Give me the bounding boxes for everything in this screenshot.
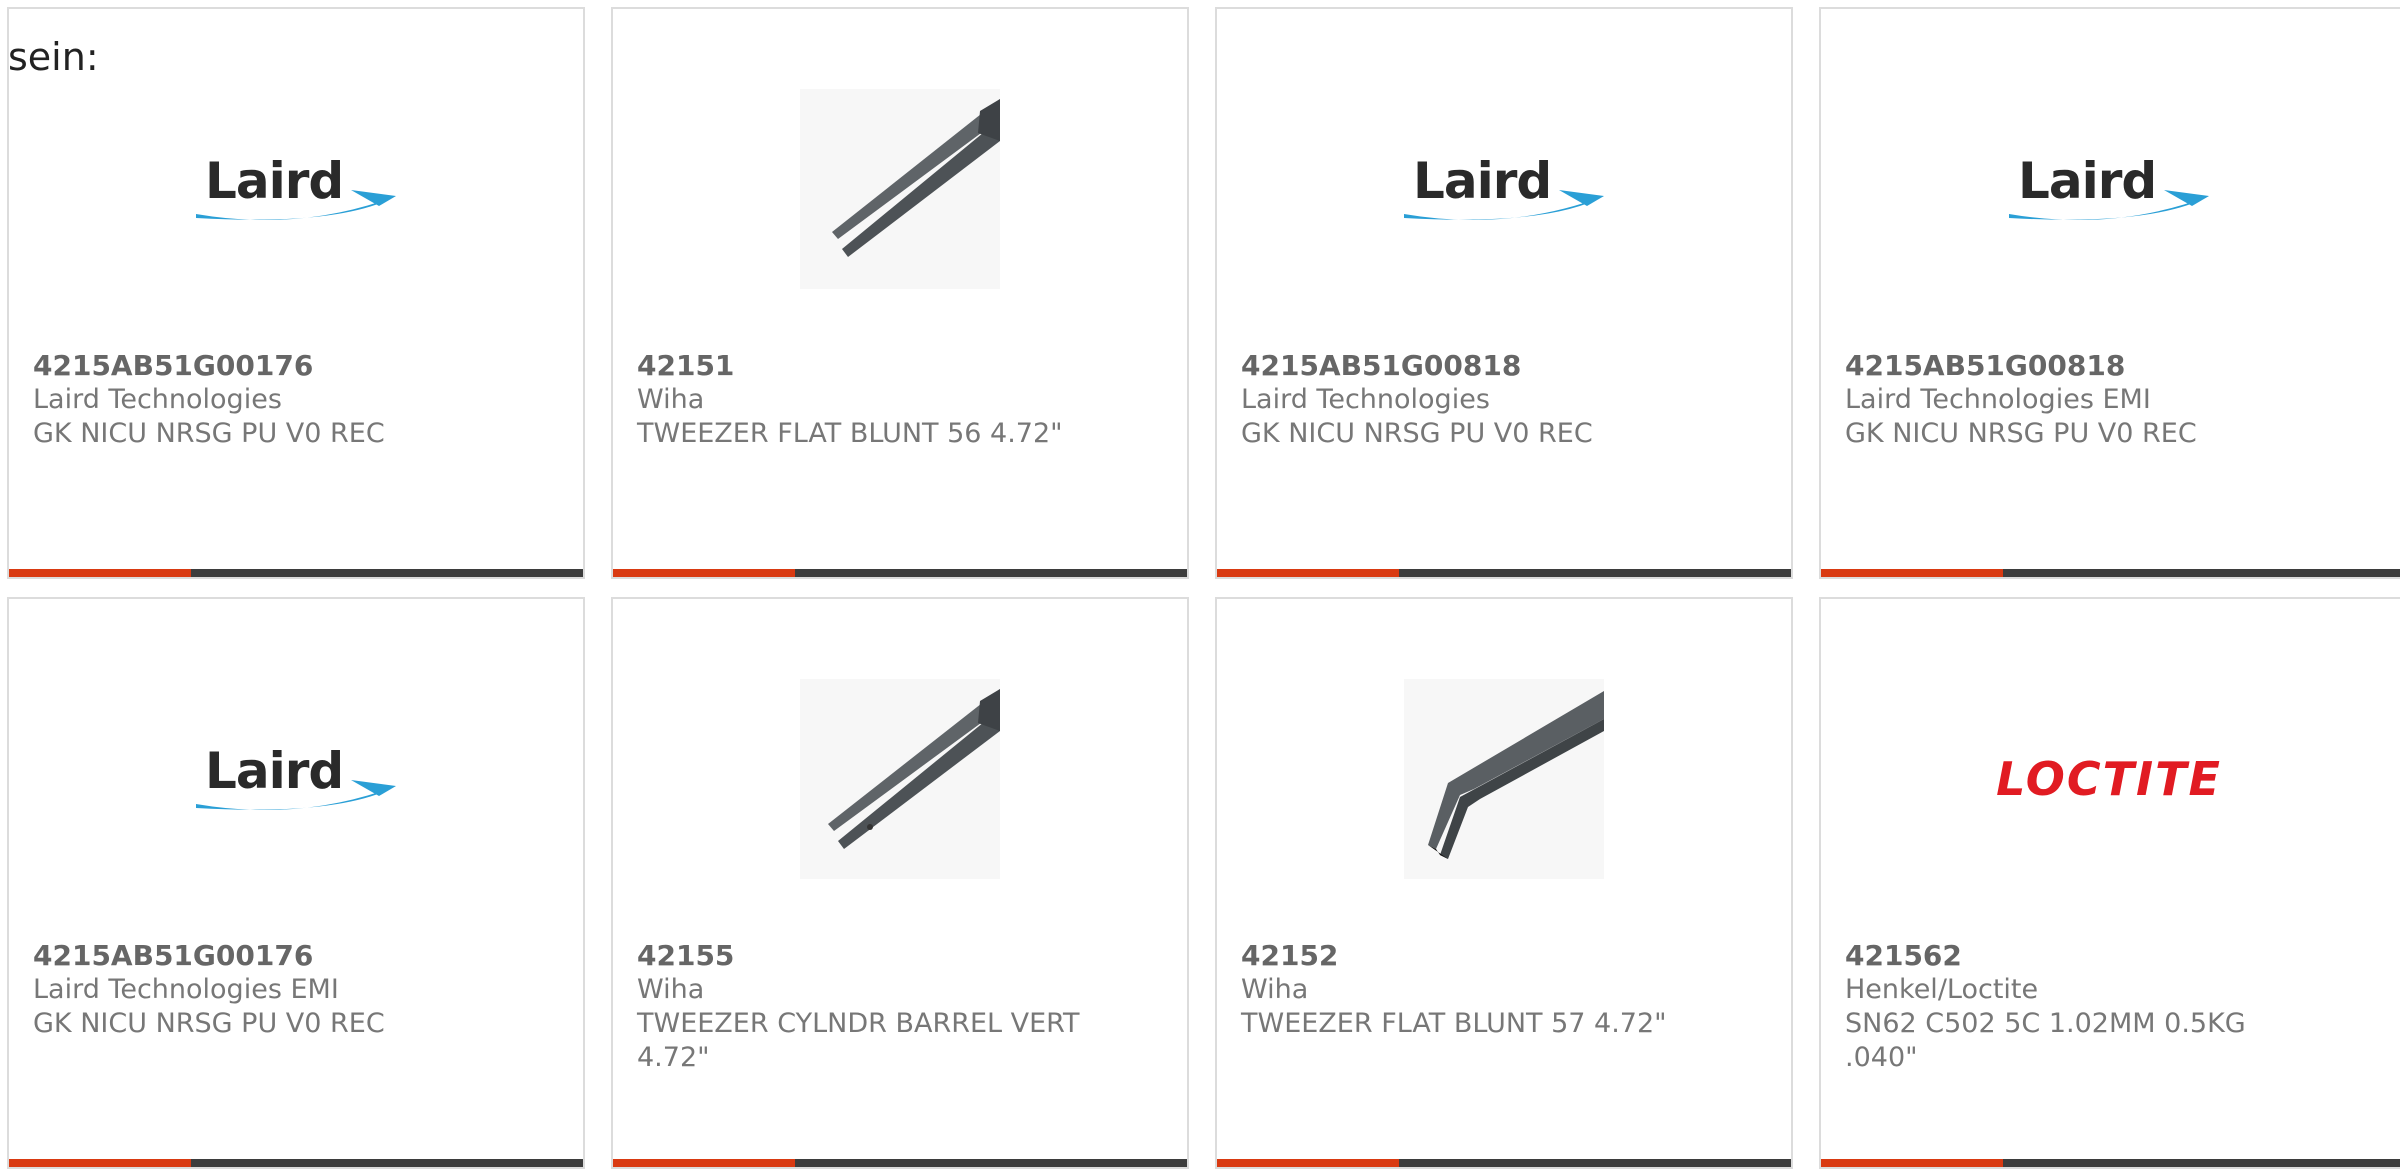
description: GK NICU NRSG PU V0 REC xyxy=(33,418,385,449)
part-number[interactable]: 42152 xyxy=(1241,939,1767,973)
part-number[interactable]: 42155 xyxy=(637,939,1163,973)
description: GK NICU NRSG PU V0 REC xyxy=(33,1008,385,1039)
card-bar xyxy=(1217,569,1791,577)
product-card[interactable]: 42152 Wiha TWEEZER FLAT BLUNT 57 4.72" xyxy=(1215,597,1793,1169)
part-number[interactable]: 4215AB51G00818 xyxy=(1845,349,2376,383)
product-card[interactable]: 42155 Wiha TWEEZER CYLNDR BARREL VERT 4.… xyxy=(611,597,1189,1169)
card-bar xyxy=(9,569,583,577)
card-bar xyxy=(613,569,1187,577)
part-number[interactable]: 4215AB51G00818 xyxy=(1241,349,1767,383)
description: TWEEZER FLAT BLUNT 56 4.72" xyxy=(637,418,1063,449)
card-bar-accent xyxy=(9,1159,191,1167)
card-bar xyxy=(9,1159,583,1167)
laird-logo-icon: Laird xyxy=(191,734,401,824)
product-card[interactable]: LOCTITE 421562 Henkel/Loctite SN62 C502 … xyxy=(1819,597,2400,1169)
laird-logo-icon: Laird xyxy=(191,144,401,234)
card-bar-accent xyxy=(1821,569,2003,577)
product-image[interactable] xyxy=(1217,669,1791,889)
loctite-logo-icon: LOCTITE xyxy=(1996,752,2222,806)
card-bar-accent xyxy=(9,569,191,577)
tweezer-icon xyxy=(800,89,1000,289)
product-image[interactable] xyxy=(613,79,1187,299)
product-card[interactable]: Laird 4215AB51G00818 Laird Technologies … xyxy=(1819,7,2400,579)
description: SN62 C502 5C 1.02MM 0.5KG .040" xyxy=(1845,1008,2246,1073)
description: TWEEZER CYLNDR BARREL VERT 4.72" xyxy=(637,1008,1080,1073)
manufacturer: Laird Technologies EMI xyxy=(1845,384,2151,415)
product-image[interactable]: LOCTITE xyxy=(1821,669,2397,889)
laird-logo-text: Laird xyxy=(205,742,344,800)
product-image[interactable]: Laird xyxy=(1821,79,2397,299)
product-card[interactable]: Laird 4215AB51G00818 Laird Technologies … xyxy=(1215,7,1793,579)
manufacturer: Laird Technologies EMI xyxy=(33,974,339,1005)
card-bar xyxy=(1821,1159,2400,1167)
product-card[interactable]: Laird 4215AB51G00176 Laird Technologies … xyxy=(7,7,585,579)
manufacturer: Laird Technologies xyxy=(1241,384,1490,415)
product-grid: Laird 4215AB51G00176 Laird Technologies … xyxy=(0,0,2400,1169)
laird-logo-text: Laird xyxy=(2018,152,2157,210)
description: TWEEZER FLAT BLUNT 57 4.72" xyxy=(1241,1008,1667,1039)
part-number[interactable]: 4215AB51G00176 xyxy=(33,939,559,973)
card-bar-accent xyxy=(613,1159,795,1167)
part-number[interactable]: 42151 xyxy=(637,349,1163,383)
card-bar-accent xyxy=(613,569,795,577)
card-bar xyxy=(613,1159,1187,1167)
laird-logo-text: Laird xyxy=(1413,152,1552,210)
product-image[interactable]: Laird xyxy=(9,79,583,299)
description: GK NICU NRSG PU V0 REC xyxy=(1241,418,1593,449)
product-image[interactable] xyxy=(613,669,1187,889)
intro-text: sein: xyxy=(8,35,99,79)
manufacturer: Wiha xyxy=(637,974,705,1005)
manufacturer: Wiha xyxy=(637,384,705,415)
manufacturer: Laird Technologies xyxy=(33,384,282,415)
laird-logo-icon: Laird xyxy=(1399,144,1609,234)
card-bar xyxy=(1821,569,2400,577)
product-image[interactable]: Laird xyxy=(1217,79,1791,299)
laird-logo-text: Laird xyxy=(205,152,344,210)
manufacturer: Henkel/Loctite xyxy=(1845,974,2039,1005)
tweezer-icon xyxy=(1404,679,1604,879)
part-number[interactable]: 421562 xyxy=(1845,939,2376,973)
card-bar-accent xyxy=(1821,1159,2003,1167)
tweezer-icon xyxy=(800,679,1000,879)
card-bar xyxy=(1217,1159,1791,1167)
part-number[interactable]: 4215AB51G00176 xyxy=(33,349,559,383)
card-bar-accent xyxy=(1217,1159,1399,1167)
product-card[interactable]: 42151 Wiha TWEEZER FLAT BLUNT 56 4.72" xyxy=(611,7,1189,579)
description: GK NICU NRSG PU V0 REC xyxy=(1845,418,2197,449)
product-image[interactable]: Laird xyxy=(9,669,583,889)
product-card[interactable]: Laird 4215AB51G00176 Laird Technologies … xyxy=(7,597,585,1169)
card-bar-accent xyxy=(1217,569,1399,577)
laird-logo-icon: Laird xyxy=(2004,144,2214,234)
manufacturer: Wiha xyxy=(1241,974,1309,1005)
